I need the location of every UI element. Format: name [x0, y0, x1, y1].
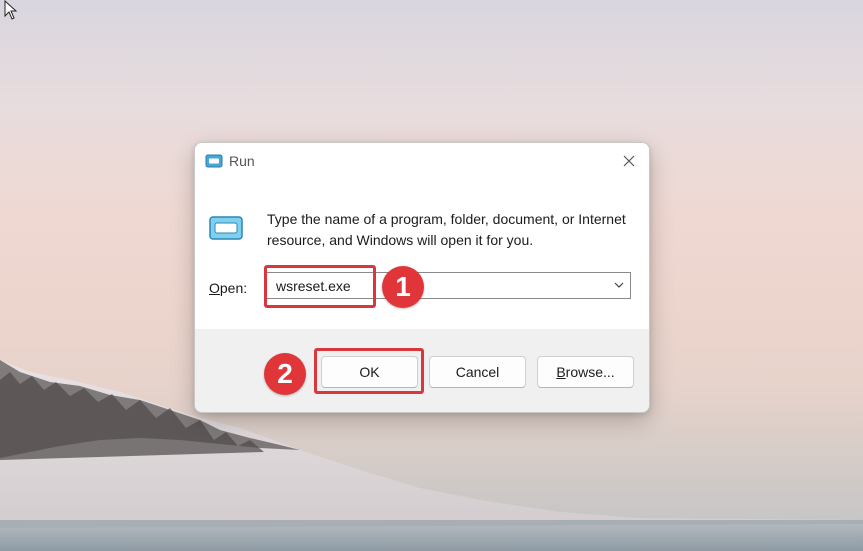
- step-2-badge: 2: [264, 353, 306, 395]
- close-button[interactable]: [615, 147, 643, 175]
- mouse-cursor-icon: [4, 0, 18, 20]
- open-label-rest: pen:: [219, 280, 248, 296]
- open-label: Open:: [209, 280, 247, 296]
- browse-button[interactable]: Browse...: [537, 356, 634, 388]
- highlight-ok-button: [314, 348, 424, 394]
- open-label-accel: O: [209, 280, 220, 296]
- window-title: Run: [229, 153, 255, 169]
- browse-accel: B: [556, 364, 566, 380]
- close-icon: [623, 155, 635, 167]
- cancel-button[interactable]: Cancel: [429, 356, 526, 388]
- title-bar[interactable]: Run: [195, 143, 649, 179]
- browse-rest: rowse...: [565, 364, 615, 380]
- chevron-down-icon[interactable]: [612, 278, 626, 292]
- step-1-badge: 1: [382, 266, 424, 308]
- run-app-icon: [205, 154, 223, 168]
- run-icon: [209, 216, 243, 240]
- dialog-content: Type the name of a program, folder, docu…: [195, 179, 649, 329]
- dialog-description: Type the name of a program, folder, docu…: [267, 211, 626, 248]
- highlight-open-input: [264, 265, 376, 308]
